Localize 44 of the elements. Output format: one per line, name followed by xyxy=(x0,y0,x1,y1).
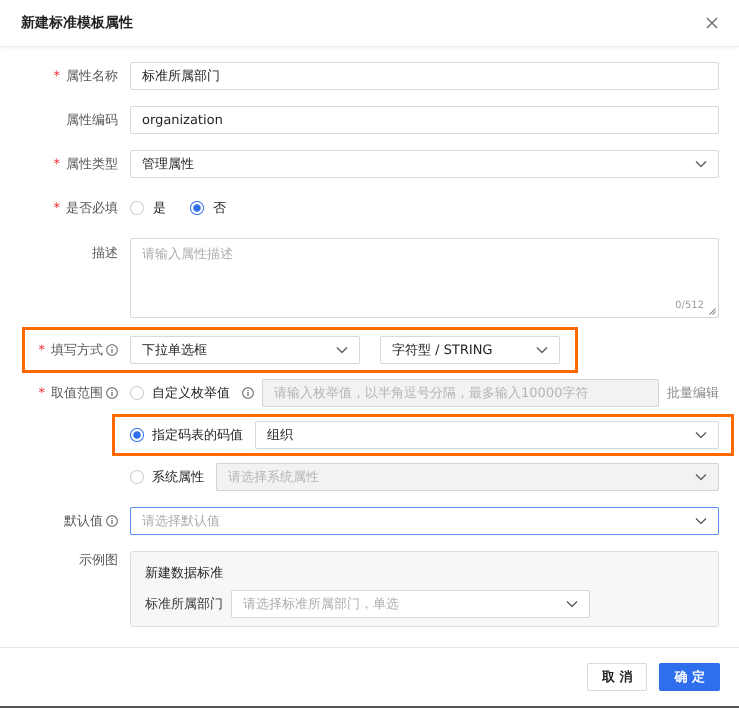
cancel-button[interactable]: 取 消 xyxy=(586,663,648,691)
required-mark: * xyxy=(38,342,45,358)
select-field[interactable]: 下拉单选框 xyxy=(130,336,360,364)
field-label: 标准所属部门 xyxy=(145,596,223,613)
radio-label[interactable]: 指定码表的码值 xyxy=(152,426,243,444)
field-label: 属性名称 xyxy=(66,68,118,85)
radio-label[interactable]: 否 xyxy=(213,199,226,217)
field-label: 填写方式 xyxy=(51,342,103,359)
radio-button[interactable] xyxy=(130,428,144,442)
field-label: 示例图 xyxy=(79,552,118,569)
required-mark: * xyxy=(54,200,60,216)
required-mark: * xyxy=(38,386,45,400)
info-icon[interactable] xyxy=(106,515,118,527)
chevron-icon xyxy=(695,517,707,525)
field-label: 取值范围 xyxy=(51,385,103,402)
confirm-button[interactable]: 确 定 xyxy=(659,663,720,691)
chevron-icon xyxy=(695,160,707,168)
text-field[interactable]: organization xyxy=(130,106,719,134)
chevron-icon xyxy=(336,346,348,354)
field-label: 描述 xyxy=(92,245,118,262)
radio-button[interactable] xyxy=(130,201,144,215)
radio-label[interactable]: 是 xyxy=(153,199,166,217)
close-icon[interactable] xyxy=(706,17,718,29)
character-counter: 0/512 xyxy=(675,300,704,311)
required-mark: * xyxy=(54,156,60,172)
select-field[interactable]: 字符型 / STRING xyxy=(380,336,560,364)
chevron-icon xyxy=(695,473,707,481)
example-title: 新建数据标准 xyxy=(145,565,224,582)
info-icon[interactable] xyxy=(106,344,118,356)
text-field[interactable]: 标准所属部门 xyxy=(130,62,719,90)
select-field[interactable]: 组织 xyxy=(255,421,719,449)
chevron-icon xyxy=(695,431,707,439)
radio-button[interactable] xyxy=(190,201,204,215)
field-label: 默认值 xyxy=(64,513,103,530)
field-label: 是否必填 xyxy=(66,200,118,217)
dialog-title: 新建标准模板属性 xyxy=(21,14,133,32)
required-mark: * xyxy=(54,68,60,84)
chevron-icon xyxy=(566,600,578,608)
field-label: 属性类型 xyxy=(66,156,118,173)
resize-grip-icon[interactable] xyxy=(709,308,716,315)
info-icon[interactable] xyxy=(106,387,118,399)
field-label: 属性编码 xyxy=(66,112,118,129)
select-field[interactable]: 管理属性 xyxy=(130,150,719,178)
chevron-icon xyxy=(536,346,548,354)
